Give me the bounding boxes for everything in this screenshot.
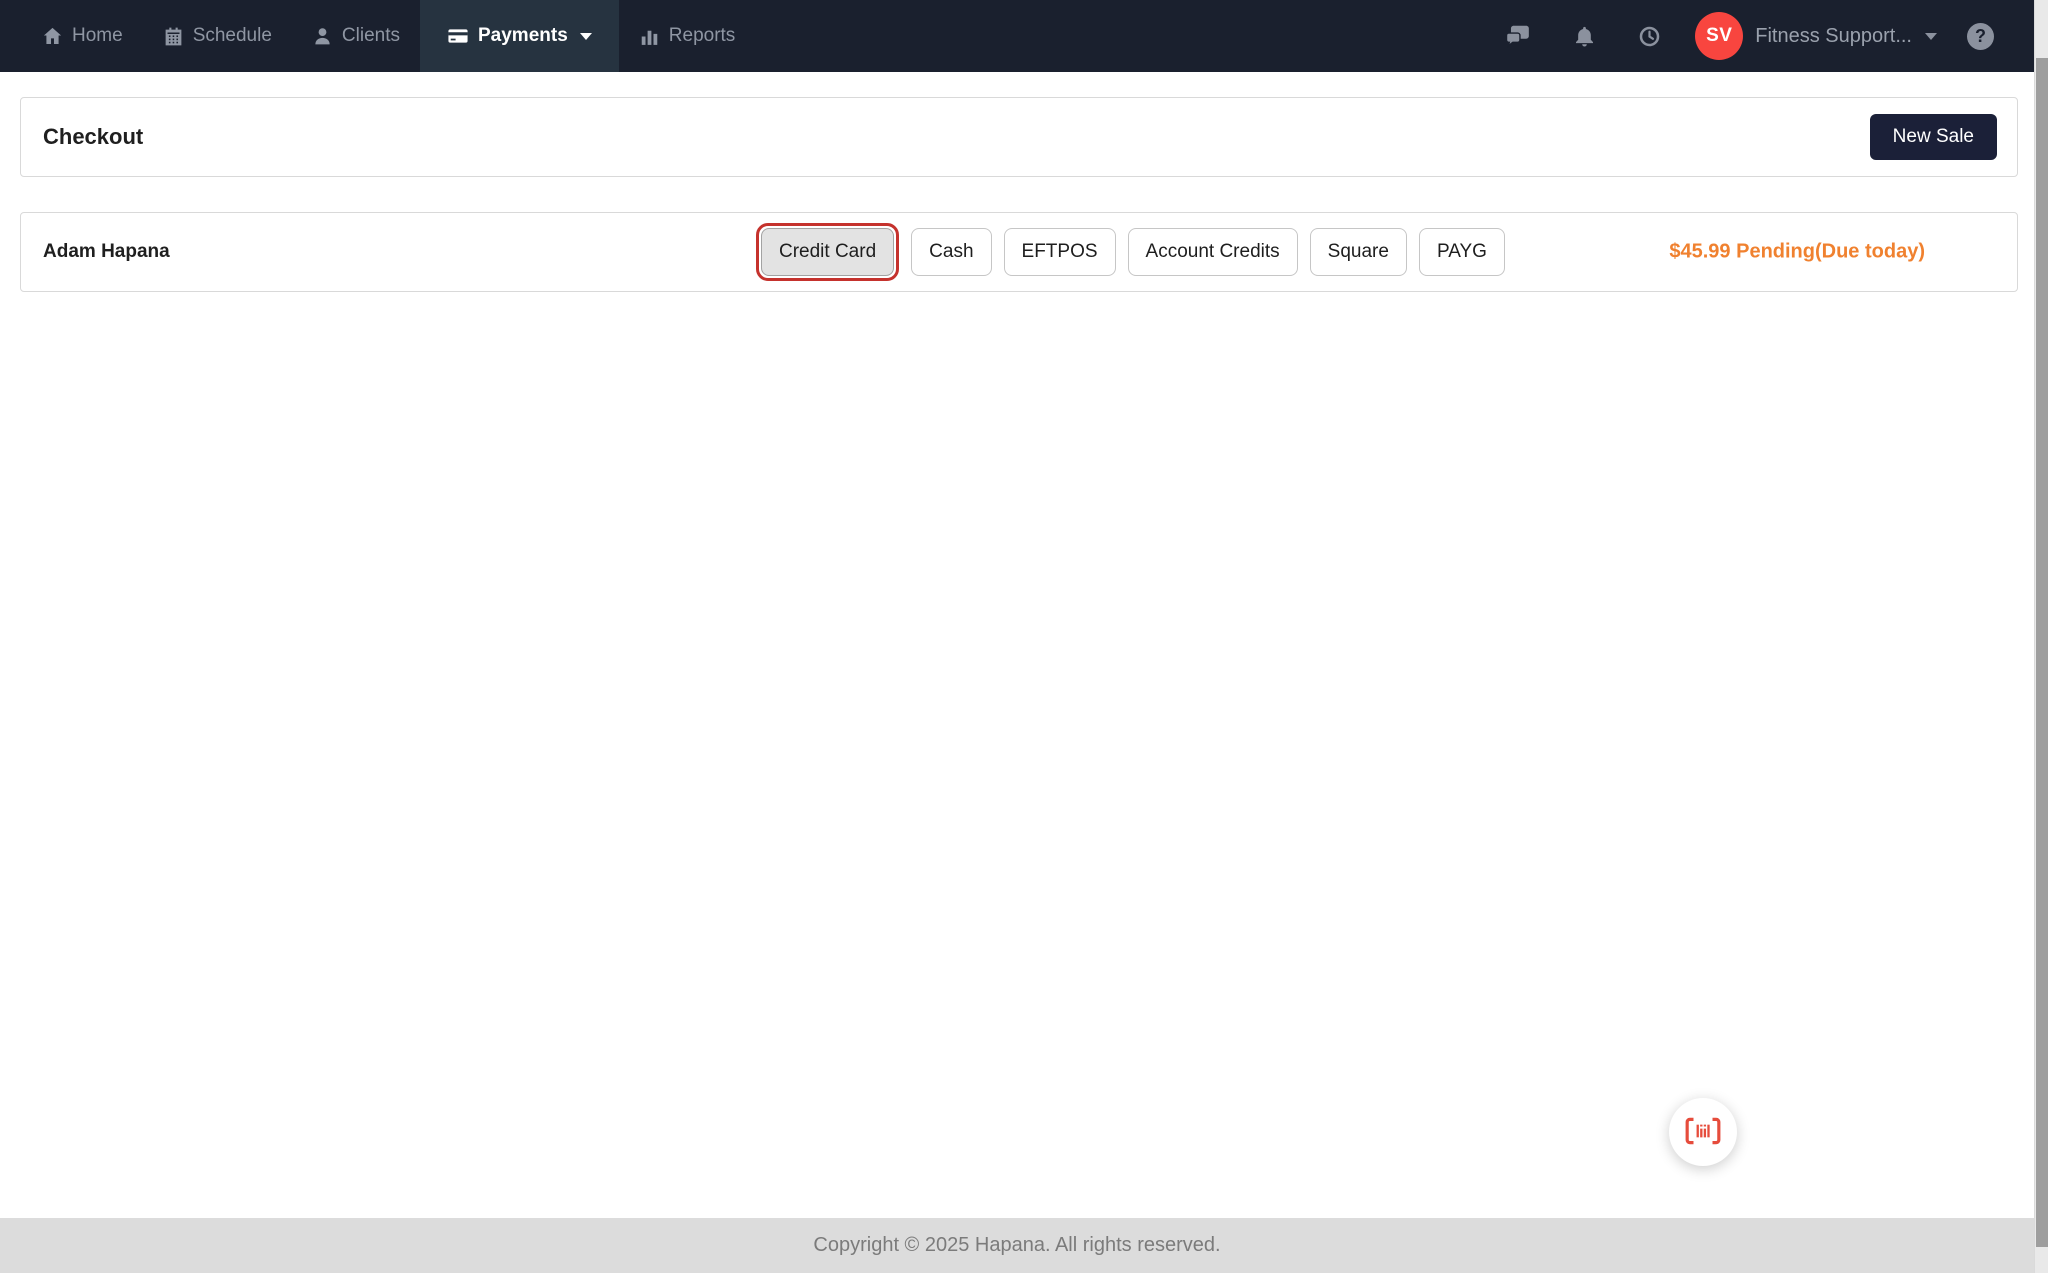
nav-item-home[interactable]: Home xyxy=(22,0,143,72)
account-name-label: Fitness Support... xyxy=(1755,24,1912,47)
bar-chart-icon xyxy=(639,26,660,47)
home-icon xyxy=(42,26,63,47)
calendar-icon xyxy=(163,26,184,47)
nav-item-label: Schedule xyxy=(192,25,272,46)
nav-item-label: Payments xyxy=(478,25,568,46)
amount-status: $45.99 Pending(Due today) xyxy=(1669,240,1925,263)
nav-item-schedule[interactable]: Schedule xyxy=(143,0,292,72)
help-icon[interactable]: ? xyxy=(1967,22,1994,50)
barcode-scan-fab[interactable] xyxy=(1669,1098,1737,1166)
main-menu: Home Schedule Clients Payments Reports xyxy=(0,0,755,72)
barcode-scanner-icon xyxy=(1684,1116,1722,1149)
sale-row-card: Adam Hapana Credit Card Cash EFTPOS Acco… xyxy=(20,212,2018,292)
vertical-scrollbar[interactable] xyxy=(2034,0,2048,1273)
credit-card-icon xyxy=(447,25,469,47)
clock-icon[interactable] xyxy=(1638,25,1661,48)
payment-method-square[interactable]: Square xyxy=(1309,228,1407,276)
chat-icon[interactable] xyxy=(1505,24,1531,48)
avatar[interactable]: SV xyxy=(1695,12,1744,60)
payment-method-payg[interactable]: PAYG xyxy=(1418,228,1505,276)
payment-method-group: Credit Card Cash EFTPOS Account Credits … xyxy=(756,223,1505,281)
nav-item-payments[interactable]: Payments xyxy=(420,0,619,72)
chevron-down-icon xyxy=(1925,32,1937,40)
footer: Copyright © 2025 Hapana. All rights rese… xyxy=(0,1218,2034,1273)
person-icon xyxy=(312,26,333,47)
checkout-header-card: Checkout New Sale xyxy=(20,97,2018,177)
nav-item-reports[interactable]: Reports xyxy=(619,0,756,72)
nav-item-clients[interactable]: Clients xyxy=(292,0,420,72)
payment-method-account-credits[interactable]: Account Credits xyxy=(1127,228,1298,276)
nav-item-label: Reports xyxy=(668,25,736,46)
nav-item-label: Home xyxy=(72,25,123,46)
page-title: Checkout xyxy=(43,124,144,149)
nav-item-label: Clients xyxy=(341,25,400,46)
top-navbar: Home Schedule Clients Payments Reports S… xyxy=(0,0,2034,72)
chevron-down-icon xyxy=(579,32,592,40)
avatar-initials: SV xyxy=(1706,25,1733,46)
client-name: Adam Hapana xyxy=(43,241,170,262)
payment-method-cash[interactable]: Cash xyxy=(911,228,992,276)
payment-method-credit-card[interactable]: Credit Card xyxy=(761,228,895,276)
copyright-text: Copyright © 2025 Hapana. All rights rese… xyxy=(813,1234,1221,1256)
navbar-right: SV Fitness Support... ? xyxy=(1505,0,1994,72)
scrollbar-thumb[interactable] xyxy=(2036,58,2048,1247)
account-menu[interactable]: Fitness Support... xyxy=(1755,25,1937,48)
new-sale-button[interactable]: New Sale xyxy=(1869,114,1997,160)
payment-method-eftpos[interactable]: EFTPOS xyxy=(1003,228,1116,276)
bell-icon[interactable] xyxy=(1573,25,1596,48)
selected-payment-ring: Credit Card xyxy=(756,223,900,281)
